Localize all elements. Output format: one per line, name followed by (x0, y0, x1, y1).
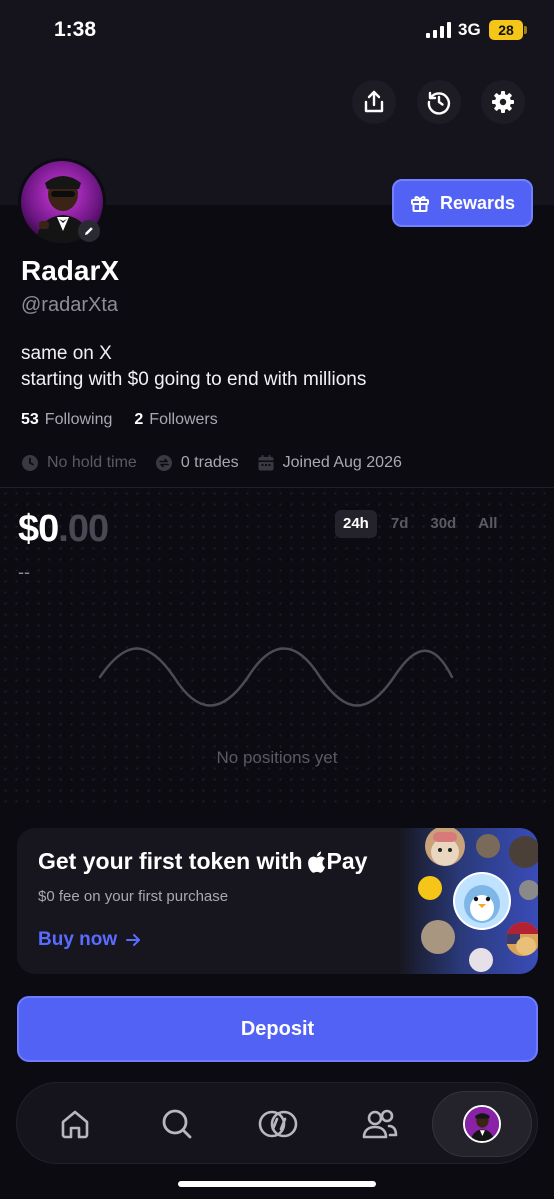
rewards-button[interactable]: Rewards (392, 179, 533, 227)
balance-cents: .00 (58, 508, 109, 550)
history-icon (427, 91, 451, 115)
pay-label: Pay (326, 848, 368, 874)
calendar-icon (258, 455, 274, 471)
apple-icon (307, 851, 325, 873)
following-count: 53 (21, 411, 39, 428)
avatar-icon (463, 1105, 501, 1143)
search-icon (162, 1109, 192, 1139)
followers-count: 2 (134, 411, 144, 428)
settings-button[interactable] (481, 80, 525, 124)
hold-time-stat: No hold time (21, 454, 137, 472)
profile-bio: same on X starting with $0 going to end … (21, 341, 366, 393)
followers-label: Followers (149, 411, 218, 428)
range-tab-7d[interactable]: 7d (383, 510, 417, 538)
status-bar: 1:38 3G 28 (0, 0, 554, 60)
promo-subtitle: $0 fee on your first purchase (38, 888, 229, 905)
home-icon (61, 1110, 89, 1139)
joined-text: Joined Aug 2026 (282, 454, 402, 471)
apple-pay-promo-card[interactable]: Get your first token with Pay $0 fee on … (17, 828, 538, 974)
history-button[interactable] (417, 80, 461, 124)
follow-stats: 53 Following 2 Followers (21, 411, 218, 429)
nav-profile[interactable] (432, 1091, 532, 1157)
token-avatar-icon (476, 834, 500, 858)
users-icon (362, 1109, 398, 1139)
nav-search[interactable] (127, 1091, 227, 1157)
nav-social[interactable] (330, 1091, 430, 1157)
empty-chart-wave (98, 647, 454, 707)
portfolio-change: -- (18, 562, 30, 582)
following-link[interactable]: 53 Following (21, 411, 112, 429)
arrow-right-icon (126, 934, 141, 946)
pencil-icon (85, 227, 93, 235)
bio-line: starting with $0 going to end with milli… (21, 369, 367, 390)
penguin-token-icon (453, 872, 511, 930)
promo-title: Get your first token with Pay (38, 848, 367, 875)
profile-handle: @radarXta (21, 294, 119, 316)
trades-text: 0 trades (180, 454, 239, 471)
hold-time-text: No hold time (47, 454, 137, 471)
deposit-button[interactable]: Deposit (17, 996, 538, 1062)
token-avatar-icon (506, 922, 538, 956)
balance-whole: $0 (18, 508, 59, 550)
followers-link[interactable]: 2 Followers (134, 411, 217, 429)
token-avatar-icon (418, 876, 442, 900)
nav-home[interactable] (25, 1091, 125, 1157)
joined-stat: Joined Aug 2026 (257, 454, 402, 472)
rewards-label: Rewards (439, 192, 516, 213)
empty-positions-text: No positions yet (216, 748, 338, 767)
apple-pay-logo: Pay (307, 848, 368, 875)
token-avatar-icon (519, 880, 538, 900)
token-avatar-icon (509, 836, 538, 868)
following-label: Following (44, 411, 113, 428)
bottom-nav (16, 1082, 538, 1164)
share-icon (364, 90, 384, 113)
trade-icon (258, 1110, 298, 1138)
bio-line: same on X (21, 343, 112, 364)
nav-trade[interactable] (228, 1091, 328, 1157)
buy-now-label: Buy now (38, 929, 118, 950)
profile-meta: No hold time 0 trades Joined Aug 2026 (21, 454, 402, 472)
status-time: 1:38 (54, 18, 97, 41)
range-tabs: 24h 7d 30d All (335, 510, 505, 538)
home-indicator (178, 1181, 376, 1187)
profile-name: RadarX (21, 255, 120, 286)
range-tab-all[interactable]: All (470, 510, 505, 538)
share-button[interactable] (352, 80, 396, 124)
range-tab-30d[interactable]: 30d (422, 510, 464, 538)
signal-icon (426, 22, 451, 38)
token-avatar-icon (421, 920, 455, 954)
gear-icon (492, 91, 514, 113)
promo-title-text: Get your first token with (38, 848, 303, 874)
portfolio-balance: $0.00 (18, 508, 109, 551)
range-tab-24h[interactable]: 24h (335, 510, 377, 538)
buy-now-link[interactable]: Buy now (38, 929, 141, 951)
edit-avatar-button[interactable] (78, 220, 100, 242)
token-avatar-icon (469, 948, 493, 972)
network-label: 3G (458, 20, 481, 39)
clock-icon (22, 455, 38, 471)
gift-icon (410, 196, 429, 212)
battery-icon: 28 (489, 20, 527, 40)
trades-stat: 0 trades (155, 454, 239, 472)
swap-icon (155, 455, 172, 471)
